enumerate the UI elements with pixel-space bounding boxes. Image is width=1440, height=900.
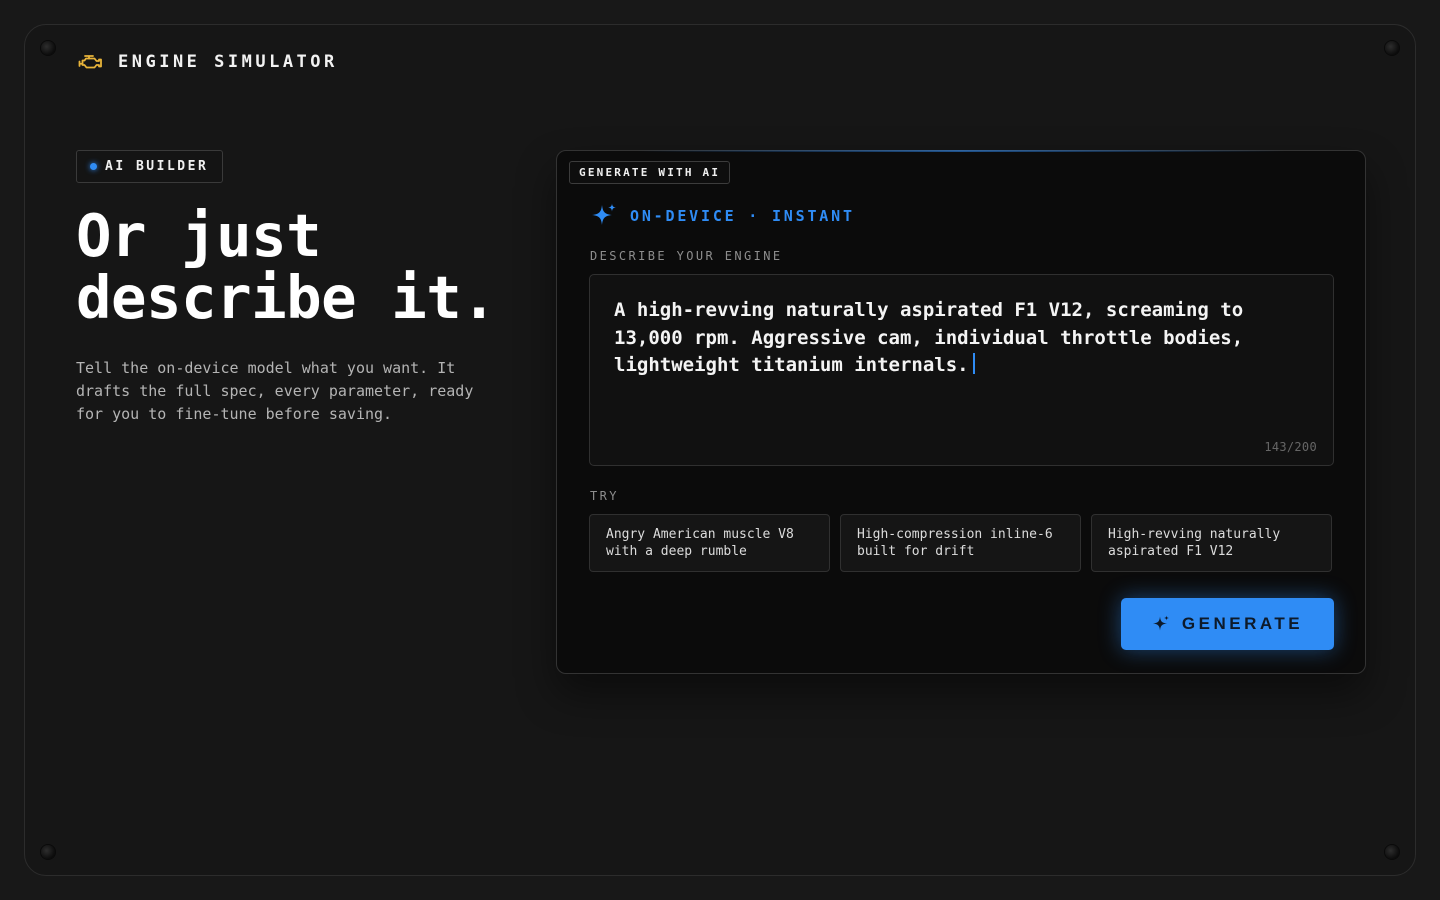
text-caret (972, 353, 975, 374)
describe-engine-label: DESCRIBE YOUR ENGINE (590, 249, 783, 263)
screw-decoration (41, 41, 55, 55)
generate-card: GENERATE WITH AI ON-DEVICE · INSTANT DES… (556, 150, 1366, 674)
suggestion-chip[interactable]: Angry American muscle V8 with a deep rum… (589, 514, 830, 572)
suggestion-chip[interactable]: High-compression inline-6 built for drif… (840, 514, 1081, 572)
prompt-value: A high-revving naturally aspirated F1 V1… (614, 299, 1244, 376)
sparkle-icon (592, 203, 616, 225)
ai-mode-label: ON-DEVICE · INSTANT (630, 207, 855, 225)
status-dot-icon (90, 163, 97, 170)
generate-button[interactable]: GENERATE (1121, 598, 1334, 650)
engine-description-input[interactable]: A high-revving naturally aspirated F1 V1… (589, 274, 1334, 466)
hero-headline: Or just describe it. (76, 201, 497, 332)
suggestion-chip[interactable]: High-revving naturally aspirated F1 V12 (1091, 514, 1332, 572)
app-header: ENGINE SIMULATOR (78, 50, 338, 74)
suggestion-chips: Angry American muscle V8 with a deep rum… (589, 514, 1332, 572)
prompt-text[interactable]: A high-revving naturally aspirated F1 V1… (614, 297, 1309, 380)
screw-decoration (1385, 41, 1399, 55)
character-counter: 143/200 (1264, 440, 1317, 454)
sparkle-icon (1152, 615, 1169, 631)
card-tab-label: GENERATE WITH AI (569, 161, 731, 184)
engine-icon (78, 55, 102, 69)
app-title: ENGINE SIMULATOR (118, 52, 338, 72)
screw-decoration (41, 845, 55, 859)
screw-decoration (1385, 845, 1399, 859)
generate-button-label: GENERATE (1181, 614, 1304, 633)
hero-section: AI BUILDER Or just describe it. Tell the… (76, 150, 516, 426)
ai-builder-badge: AI BUILDER (76, 150, 224, 183)
try-label: TRY (590, 489, 619, 503)
badge-label: AI BUILDER (105, 159, 209, 174)
hero-description: Tell the on-device model what you want. … (76, 359, 474, 423)
card-top-glow (637, 150, 1285, 152)
ai-mode-line: ON-DEVICE · INSTANT (590, 202, 855, 230)
